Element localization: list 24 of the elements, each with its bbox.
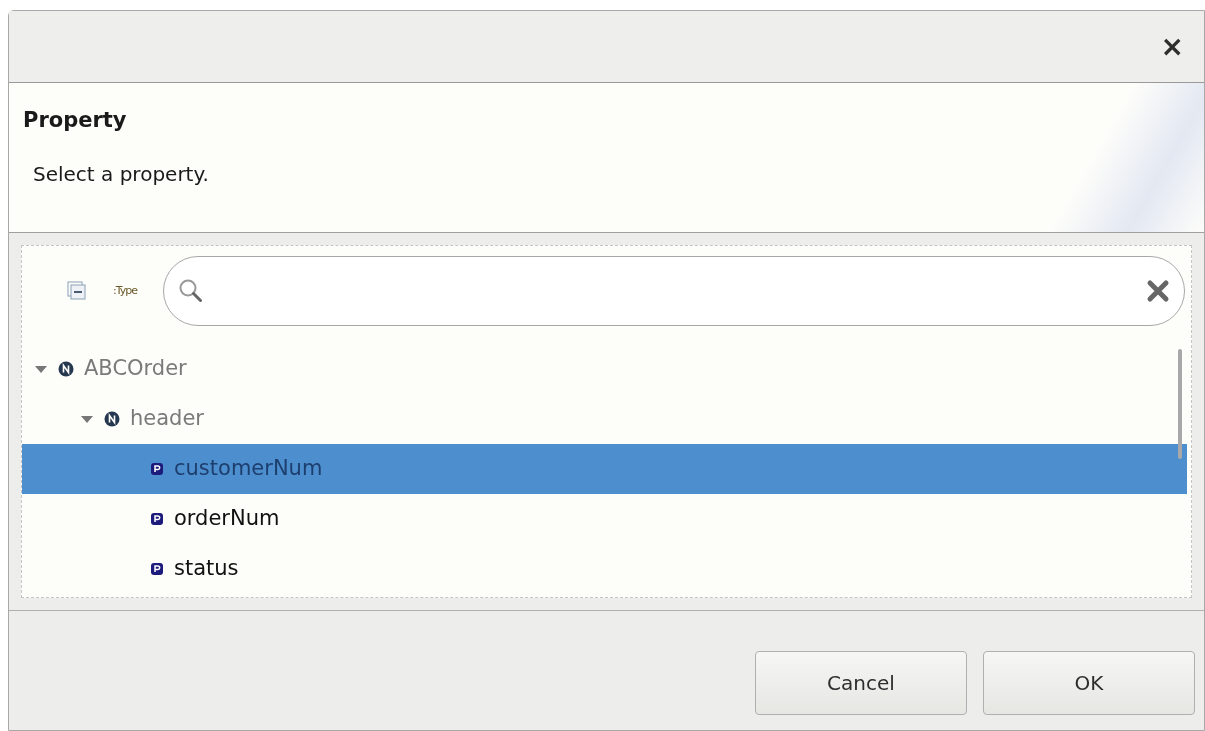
tree-item-label: ABCOrder — [84, 355, 187, 383]
collapse-all-icon[interactable] — [67, 281, 87, 301]
node-icon — [104, 411, 120, 427]
search-icon — [178, 278, 204, 304]
tree-row[interactable]: status — [22, 544, 1187, 594]
tree-item-label: customerNum — [174, 455, 323, 483]
dialog-title: Property — [23, 107, 128, 134]
scrollbar[interactable] — [1178, 349, 1182, 459]
tree-row[interactable]: ABCOrder — [22, 344, 1187, 394]
dialog-button[interactable]: OK — [983, 651, 1195, 715]
tree-item-label: status — [174, 555, 239, 583]
tree-row[interactable]: orderNum — [22, 494, 1187, 544]
type-toggle[interactable]: :Type — [113, 282, 137, 300]
dialog-message: Select a property. — [33, 160, 210, 188]
clear-icon[interactable] — [1146, 279, 1170, 303]
tree-item-label: header — [130, 405, 204, 433]
property-icon — [150, 462, 164, 476]
close-button[interactable]: × — [1160, 32, 1184, 61]
dialog-button[interactable]: Cancel — [755, 651, 967, 715]
node-icon — [58, 361, 74, 377]
tree-row[interactable]: header — [22, 394, 1187, 444]
tree-item-label: orderNum — [174, 505, 280, 533]
property-icon — [150, 562, 164, 576]
property-icon — [150, 512, 164, 526]
